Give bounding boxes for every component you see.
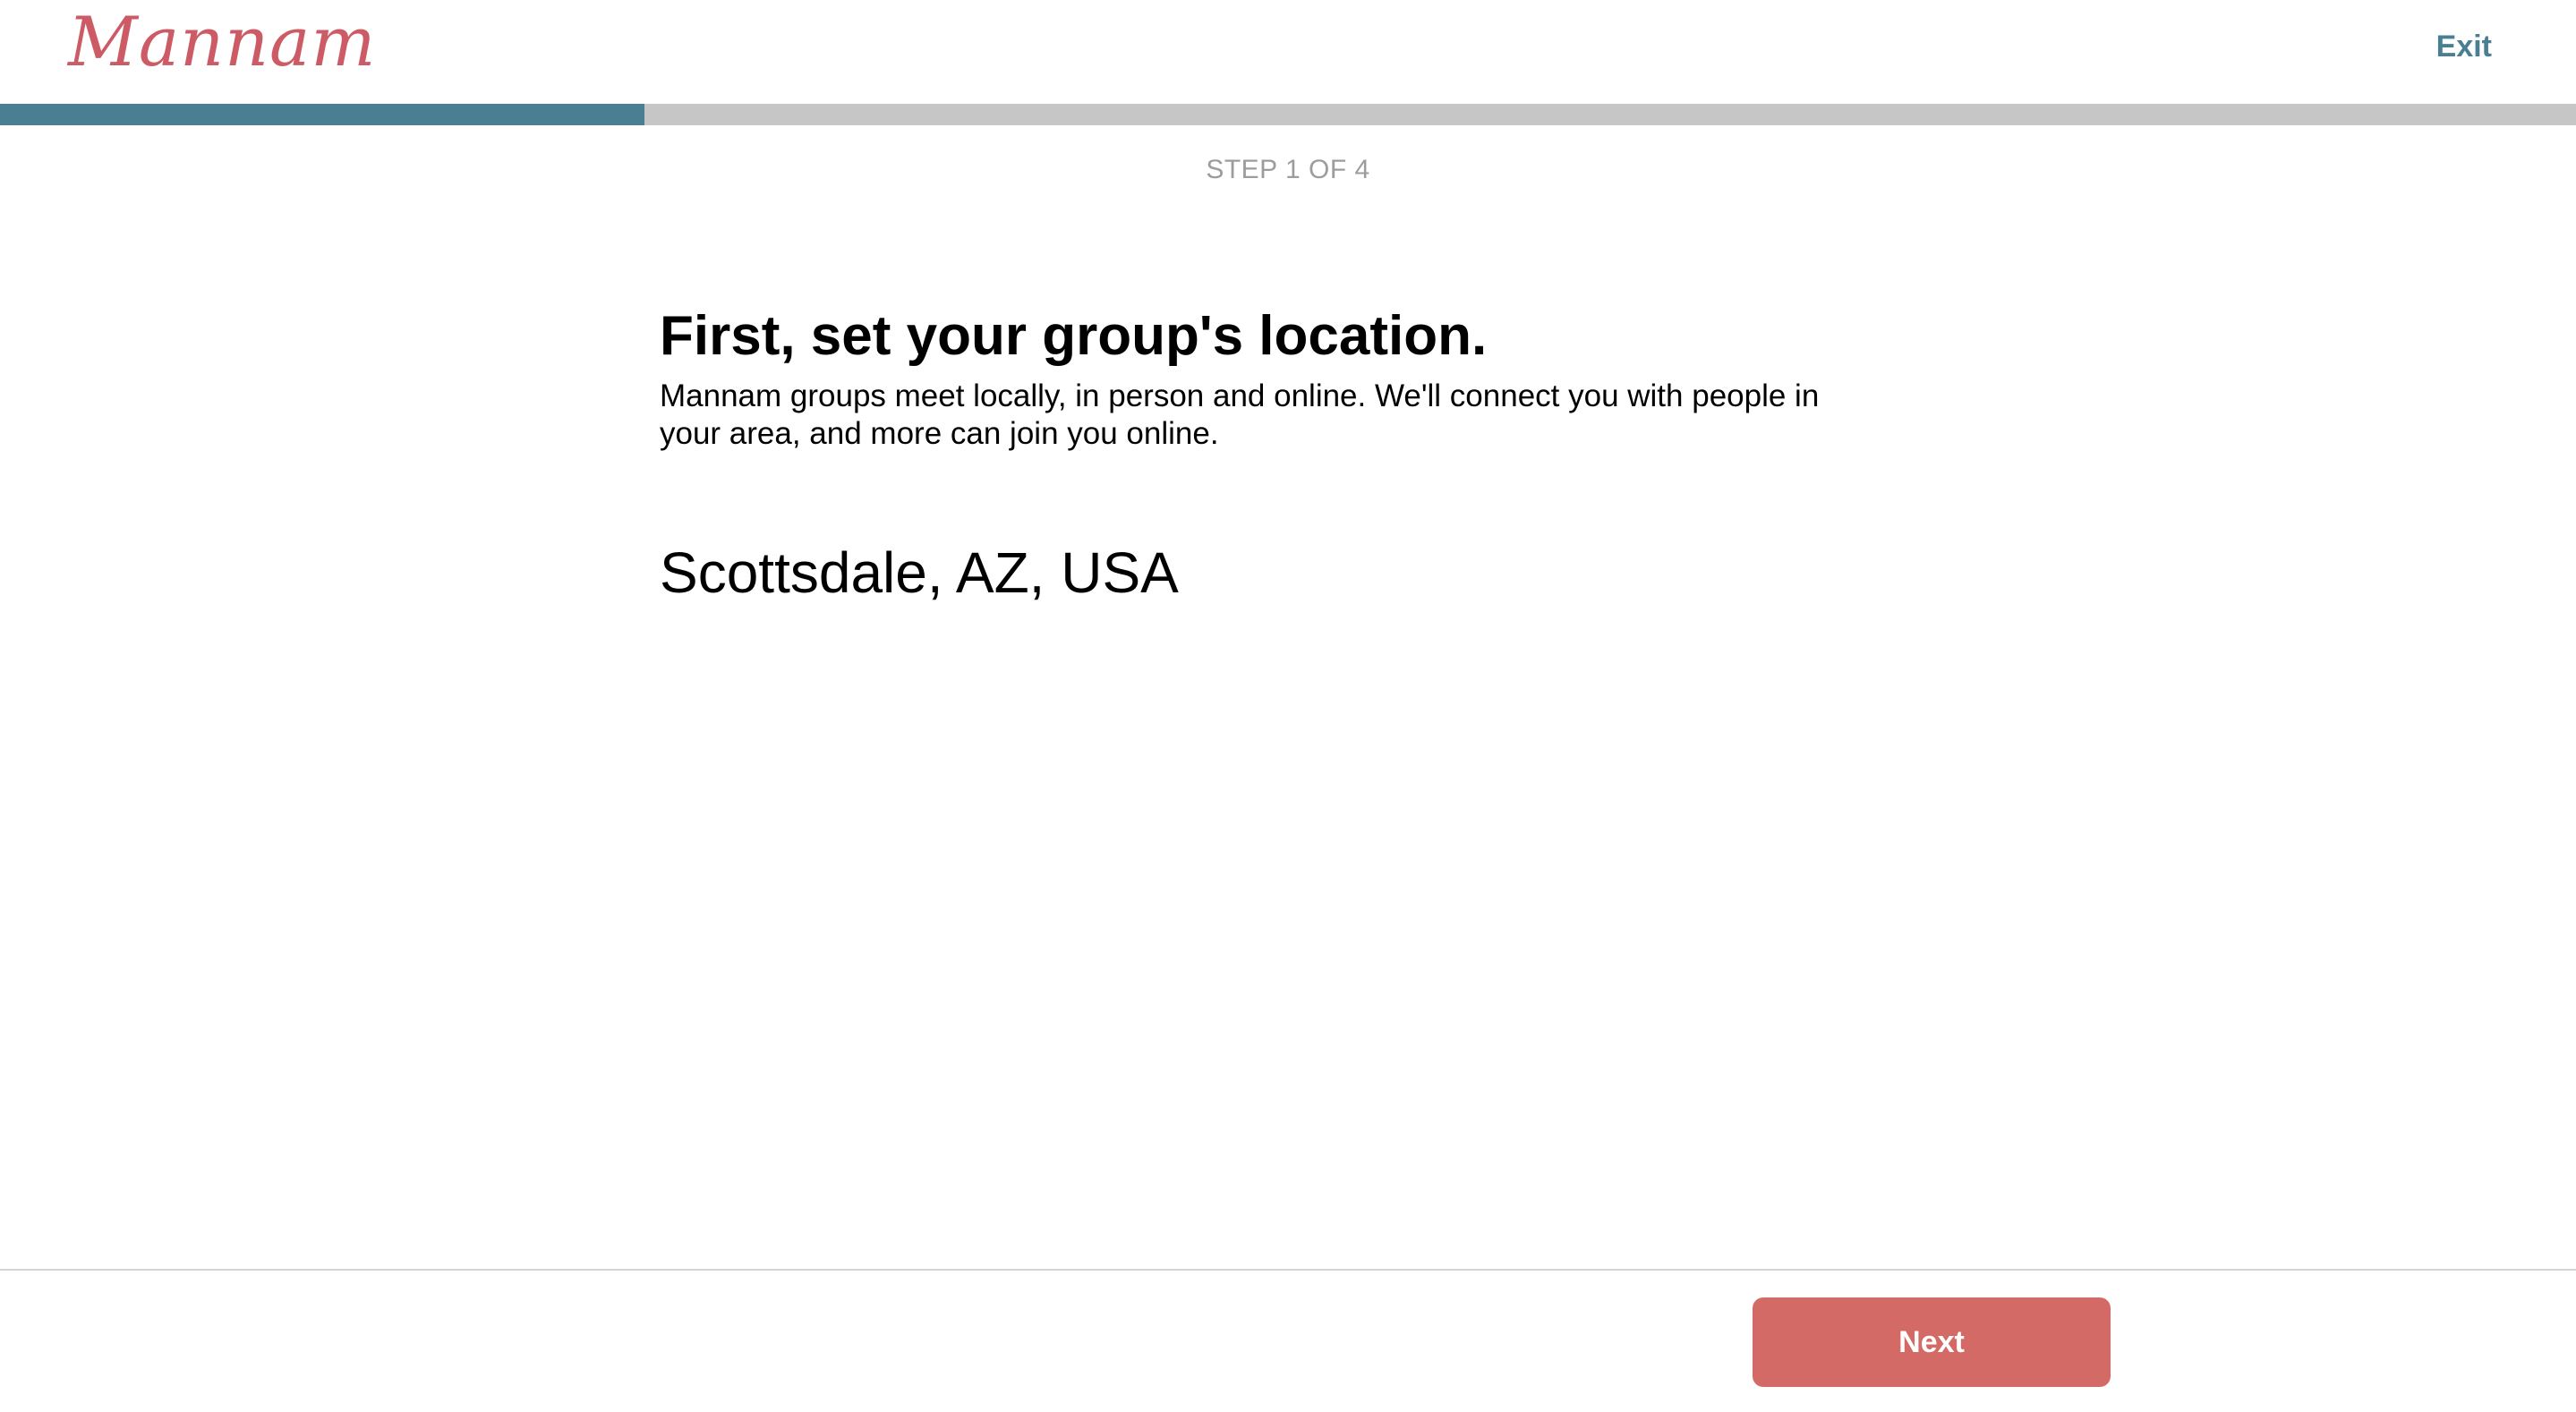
location-field[interactable]: Scottsdale, AZ, USA (660, 539, 1931, 607)
exit-link[interactable]: Exit (2436, 29, 2492, 64)
page-description: Mannam groups meet locally, in person an… (660, 379, 1820, 451)
mannam-logo[interactable]: Mannam (68, 0, 376, 84)
page-title: First, set your group's location. (660, 305, 1488, 367)
progress-bar (0, 104, 2576, 125)
progress-bar-fill (0, 104, 644, 125)
footer-bar: Next (0, 1269, 2576, 1412)
next-button[interactable]: Next (1753, 1297, 2111, 1387)
step-content: First, set your group's location. Mannam… (660, 295, 1931, 607)
create-group-page: Mannam Exit STEP 1 OF 4 First, set your … (0, 0, 2576, 1412)
step-indicator: STEP 1 OF 4 (1206, 155, 1370, 184)
top-bar: Mannam Exit (0, 0, 2576, 104)
